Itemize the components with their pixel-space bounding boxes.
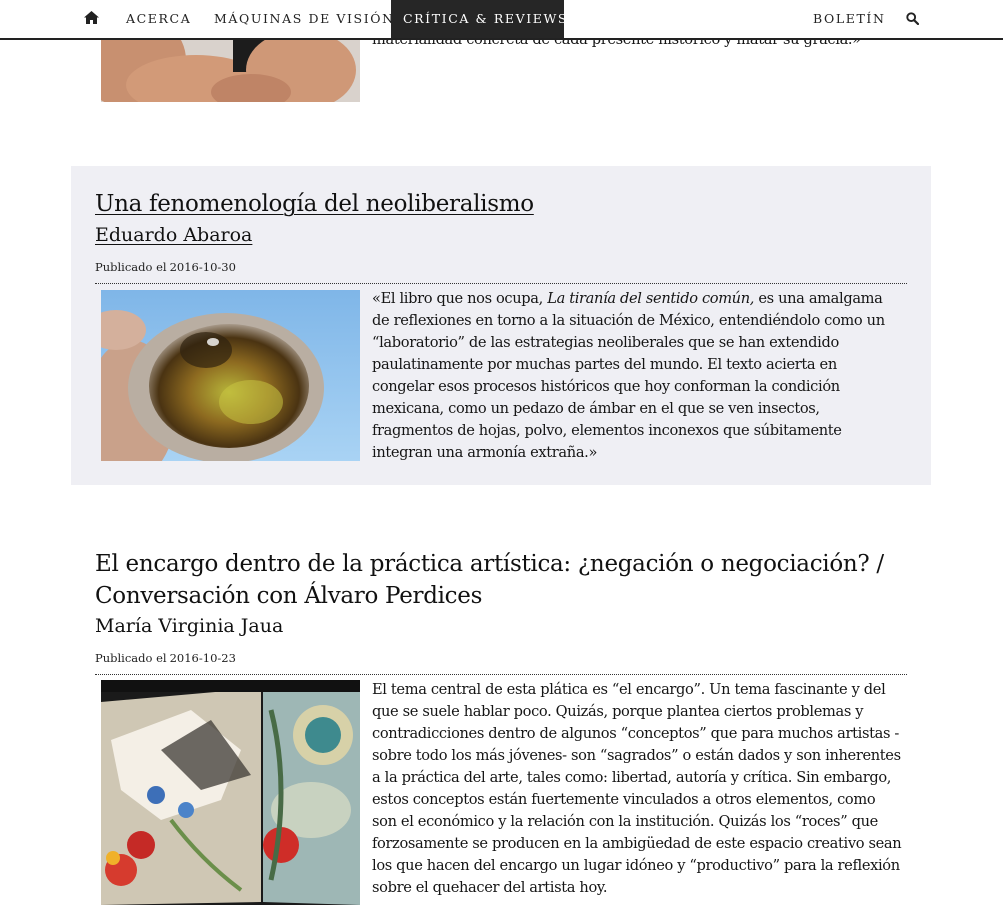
dotted-divider [95, 283, 907, 284]
article-author-link[interactable]: María Virginia Jaua [95, 614, 283, 638]
article-title-link[interactable]: Una fenomenología del neoliberalismo [95, 188, 534, 220]
article-title-line-1[interactable]: El encargo dentro de la práctica artísti… [95, 551, 884, 577]
excerpt-text-rest: es una amalgama de reflexiones en torno … [372, 290, 885, 461]
article-title-link[interactable]: El encargo dentro de la práctica artísti… [95, 548, 884, 612]
amber-stone-image [101, 290, 360, 461]
article-thumbnail[interactable] [101, 680, 360, 905]
article-card: Una fenomenología del neoliberalismo Edu… [71, 166, 931, 485]
dotted-divider [95, 674, 907, 675]
published-label: Publicado el [95, 260, 167, 274]
nav-item-acerca[interactable]: ACERCA [126, 0, 191, 38]
projection-installation-image [101, 680, 360, 905]
article-author-link[interactable]: Eduardo Abaroa [95, 223, 252, 247]
search-icon-svg [906, 12, 920, 26]
excerpt-text-start: «El libro que nos ocupa, [372, 290, 548, 307]
home-icon-svg [84, 11, 99, 24]
published-date: 2016-10-30 [169, 260, 236, 274]
article-thumbnail[interactable] [101, 290, 360, 461]
home-icon[interactable] [84, 11, 100, 27]
article-excerpt: El tema central de esta plática es “el e… [372, 681, 902, 896]
article-excerpt: «El libro que nos ocupa, La tiranía del … [372, 288, 902, 464]
nav-item-critica-reviews[interactable]: CRÍTICA & REVIEWS [391, 0, 566, 38]
nav-item-boletin[interactable]: BOLETÍN [813, 0, 886, 38]
article-publish-date: Publicado el 2016-10-23 [95, 650, 236, 666]
top-navigation: ACERCA MÁQUINAS DE VISIÓN CRÍTICA & REVI… [0, 0, 1003, 40]
article-title-line-2[interactable]: Conversación con Álvaro Perdices [95, 583, 482, 609]
published-label: Publicado el [95, 651, 167, 665]
nav-item-maquinas-de-vision[interactable]: MÁQUINAS DE VISIÓN [214, 0, 395, 38]
excerpt-book-title: La tiranía del sentido común, [547, 290, 755, 307]
article-card: El encargo dentro de la práctica artísti… [71, 545, 931, 905]
search-icon[interactable] [906, 12, 920, 26]
published-date: 2016-10-23 [169, 651, 236, 665]
article-publish-date: Publicado el 2016-10-30 [95, 259, 236, 275]
